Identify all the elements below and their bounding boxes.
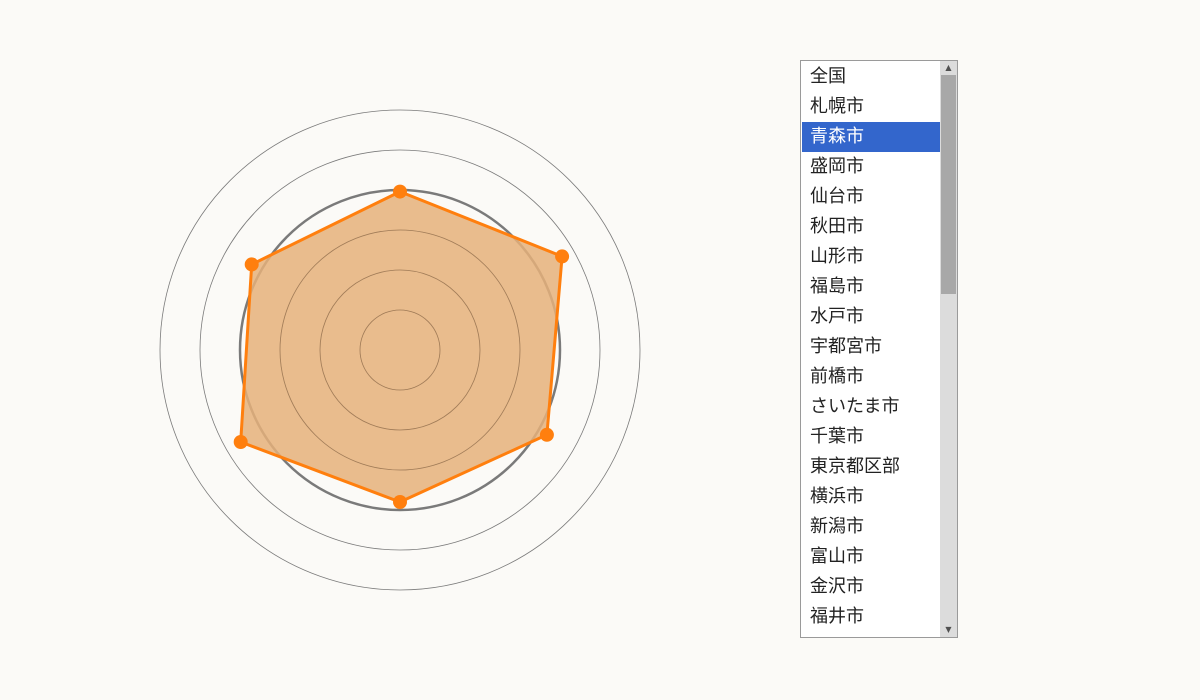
city-option[interactable]: 山形市 bbox=[802, 242, 942, 272]
city-option[interactable]: 青森市 bbox=[802, 122, 942, 152]
city-option[interactable]: 札幌市 bbox=[802, 92, 942, 122]
city-listbox[interactable]: 全国 札幌市 青森市 盛岡市 仙台市 秋田市 山形市 福島市 水戸市 宇都宮市 前橋市 さいたま市 千葉… bbox=[800, 60, 958, 638]
city-option[interactable]: 富山市 bbox=[802, 542, 942, 572]
city-option[interactable]: 横浜市 bbox=[802, 482, 942, 512]
app-window: 全国 札幌市 青森市 盛岡市 仙台市 秋田市 山形市 福島市 水戸市 宇都宮市 前橋市 さいたま市 千葉… bbox=[0, 0, 1200, 700]
city-option[interactable]: 福島市 bbox=[802, 272, 942, 302]
city-option[interactable]: 仙台市 bbox=[802, 182, 942, 212]
city-option[interactable]: 新潟市 bbox=[802, 512, 942, 542]
scroll-down-icon[interactable]: ▼ bbox=[940, 623, 957, 637]
radar-point[interactable] bbox=[555, 249, 570, 264]
listbox-scrollbar[interactable]: ▲ ▼ bbox=[940, 61, 957, 637]
city-option[interactable]: 宇都宮市 bbox=[802, 332, 942, 362]
radar-area bbox=[239, 190, 564, 504]
scroll-thumb[interactable] bbox=[941, 75, 956, 294]
city-option[interactable]: 盛岡市 bbox=[802, 152, 942, 182]
radar-point[interactable] bbox=[233, 435, 248, 449]
city-option[interactable]: 金沢市 bbox=[802, 572, 942, 602]
radar-point[interactable] bbox=[539, 427, 554, 442]
city-option[interactable]: 千葉市 bbox=[802, 422, 942, 452]
city-option[interactable]: 東京都区部 bbox=[802, 452, 942, 482]
city-list-items: 全国 札幌市 青森市 盛岡市 仙台市 秋田市 山形市 福島市 水戸市 宇都宮市 前橋市 さいたま市 千葉… bbox=[802, 62, 942, 632]
radar-point[interactable] bbox=[244, 257, 259, 272]
city-option[interactable]: 福井市 bbox=[802, 602, 942, 632]
city-option[interactable]: 水戸市 bbox=[802, 302, 942, 332]
city-option[interactable]: 全国 bbox=[802, 62, 942, 92]
city-option[interactable]: さいたま市 bbox=[802, 392, 942, 422]
radar-point[interactable] bbox=[393, 495, 407, 509]
city-option[interactable]: 秋田市 bbox=[802, 212, 942, 242]
scroll-up-icon[interactable]: ▲ bbox=[940, 61, 957, 75]
city-option[interactable]: 前橋市 bbox=[802, 362, 942, 392]
radar-point[interactable] bbox=[393, 184, 407, 199]
radar-chart bbox=[159, 109, 641, 591]
